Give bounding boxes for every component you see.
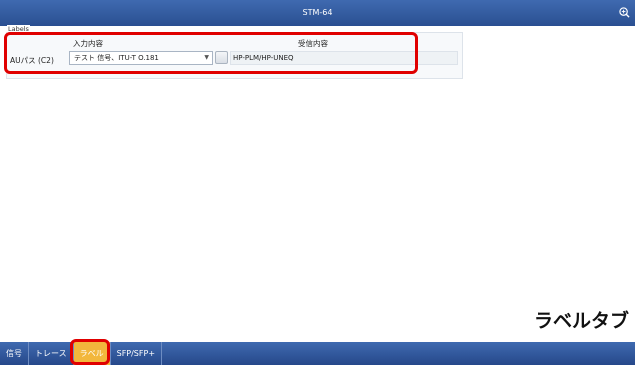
- tab-trace[interactable]: トレース: [29, 342, 74, 365]
- highlight-box-labels: [4, 32, 418, 74]
- tab-sfp[interactable]: SFP/SFP+: [111, 342, 163, 365]
- window-titlebar: STM-64: [0, 0, 635, 26]
- zoom-in-icon[interactable]: [619, 7, 630, 18]
- window-title: STM-64: [302, 8, 333, 17]
- callout-label: ラベルタブ: [533, 310, 629, 332]
- tab-signal[interactable]: 信号: [0, 342, 29, 365]
- highlight-box-label-tab: [70, 339, 110, 365]
